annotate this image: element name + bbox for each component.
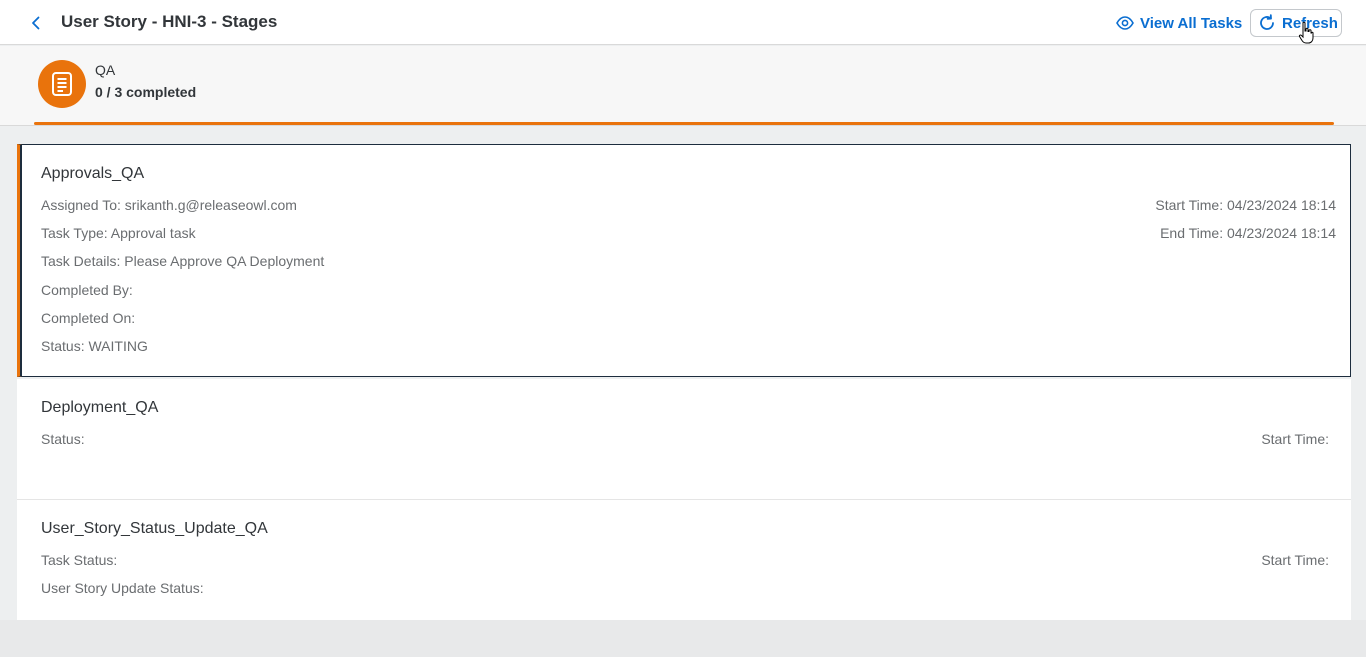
completed-by-field: Completed By: <box>41 282 133 298</box>
stage-progress: 0 / 3 completed <box>95 84 197 100</box>
task-card-approvals[interactable]: Approvals_QA Assigned To: srikanth.g@rel… <box>17 144 1351 377</box>
task-details-field: Task Details: Please Approve QA Deployme… <box>41 253 325 269</box>
chevron-left-icon <box>32 16 40 30</box>
refresh-button[interactable]: Refresh <box>1250 9 1342 37</box>
status-field: Status: WAITING <box>41 338 148 354</box>
completed-on-field: Completed On: <box>41 310 136 326</box>
refresh-icon <box>1260 14 1274 30</box>
stage-progress-line <box>34 122 1334 125</box>
refresh-label: Refresh <box>1282 14 1338 32</box>
task-title: Approvals_QA <box>41 165 145 182</box>
eye-icon <box>1116 16 1134 30</box>
view-all-tasks-label: View All Tasks <box>1140 14 1243 32</box>
start-time-field: Start Time: 04/23/2024 18:14 <box>1155 197 1336 213</box>
document-icon <box>52 72 72 96</box>
back-button[interactable] <box>26 12 46 34</box>
task-list: Approvals_QA Assigned To: srikanth.g@rel… <box>17 144 1351 621</box>
status-field: Status: <box>41 431 85 447</box>
page-title: User Story - HNI-3 - Stages <box>61 12 278 31</box>
start-time-field: Start Time: <box>1261 431 1329 447</box>
assigned-to-field: Assigned To: srikanth.g@releaseowl.com <box>41 197 297 213</box>
view-all-tasks-button[interactable]: View All Tasks <box>1110 9 1248 37</box>
stage-icon-badge[interactable] <box>38 60 86 108</box>
task-title: User_Story_Status_Update_QA <box>41 520 268 537</box>
task-title: Deployment_QA <box>41 399 159 416</box>
user-story-update-status-field: User Story Update Status: <box>41 580 204 596</box>
stage-name: QA <box>95 62 116 78</box>
task-card-deployment[interactable]: Deployment_QA Status: Start Time: <box>17 379 1351 500</box>
end-time-field: End Time: 04/23/2024 18:14 <box>1160 225 1336 241</box>
page-footer-area <box>0 620 1366 657</box>
page-header: User Story - HNI-3 - Stages View All Tas… <box>0 0 1366 45</box>
task-card-status-update[interactable]: User_Story_Status_Update_QA Task Status:… <box>17 500 1351 621</box>
task-type-field: Task Type: Approval task <box>41 225 196 241</box>
start-time-field: Start Time: <box>1261 552 1329 568</box>
task-status-field: Task Status: <box>41 552 118 568</box>
stage-bar: QA 0 / 3 completed <box>0 46 1366 126</box>
